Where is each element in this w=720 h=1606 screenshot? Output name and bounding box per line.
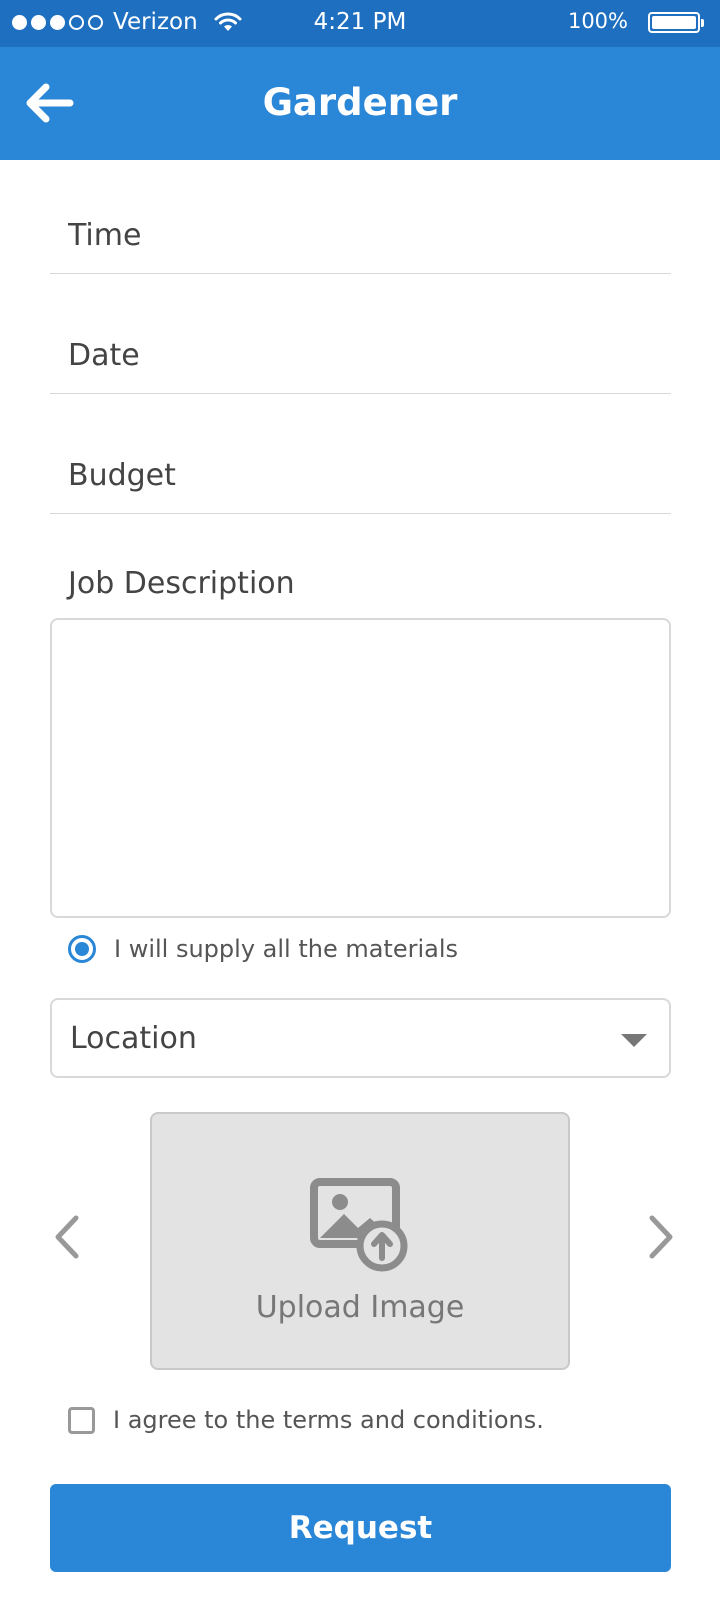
app-bar: Gardener [0, 47, 720, 160]
carousel-prev-button[interactable] [48, 1212, 88, 1262]
terms-agreement[interactable]: I agree to the terms and conditions. [68, 1406, 544, 1434]
upload-image-box[interactable]: Upload Image [150, 1112, 570, 1370]
terms-label: I agree to the terms and conditions. [113, 1406, 544, 1434]
time-field-wrapper [50, 218, 671, 274]
status-bar: Verizon 4:21 PM 100% [0, 0, 720, 47]
battery-percent: 100% [567, 9, 628, 33]
image-upload-icon [310, 1178, 408, 1272]
upload-image-label: Upload Image [255, 1290, 465, 1325]
chevron-right-icon [649, 1215, 673, 1259]
terms-checkbox[interactable] [68, 1406, 95, 1434]
budget-field-wrapper [50, 458, 671, 514]
job-description-textarea[interactable] [50, 618, 671, 918]
chevron-left-icon [55, 1215, 79, 1259]
budget-field[interactable] [50, 458, 671, 493]
caret-down-icon [621, 1034, 647, 1047]
supply-materials-option[interactable]: I will supply all the materials [68, 935, 458, 963]
location-select[interactable]: Location [50, 998, 671, 1078]
location-placeholder: Location [70, 1020, 197, 1056]
supply-materials-label: I will supply all the materials [114, 935, 459, 963]
request-button[interactable]: Request [50, 1484, 671, 1572]
carousel-next-button[interactable] [640, 1212, 680, 1262]
date-field-wrapper [50, 338, 671, 394]
page-title: Gardener [262, 81, 458, 124]
date-field[interactable] [50, 338, 671, 373]
job-description-label: Job Description [68, 566, 295, 601]
time-field[interactable] [50, 218, 671, 253]
battery-icon [648, 12, 704, 33]
radio-selected-icon[interactable] [68, 935, 96, 963]
